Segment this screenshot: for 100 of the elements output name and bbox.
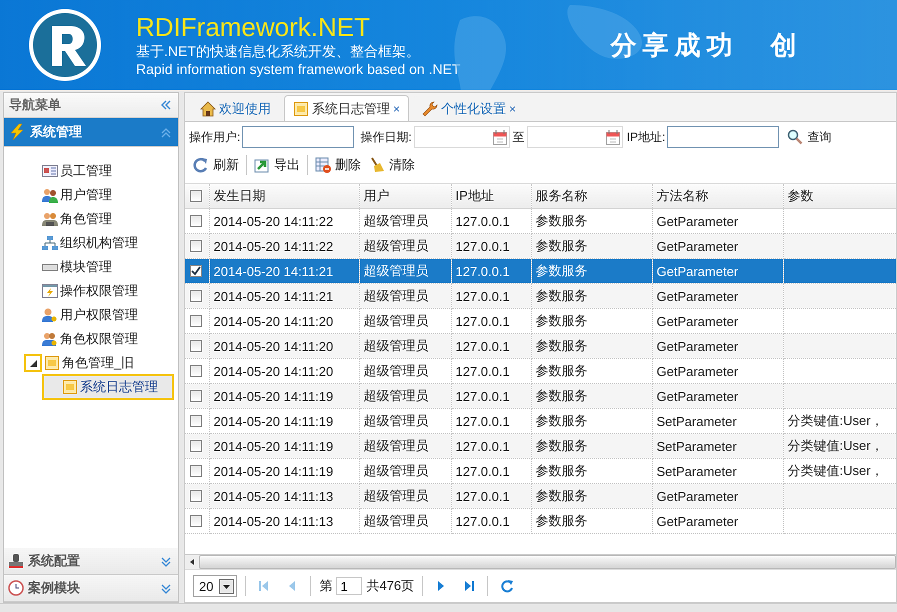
lightning-icon bbox=[8, 123, 26, 141]
calendar-icon bbox=[606, 130, 620, 144]
toolbar-button[interactable]: 删除 bbox=[311, 154, 365, 176]
table-cell: GetParameter bbox=[652, 384, 783, 408]
app-title: RDIFramework.NET bbox=[136, 12, 372, 42]
tab[interactable]: 系统日志管理 × bbox=[284, 95, 410, 121]
table-cell: 127.0.0.1 bbox=[451, 508, 531, 534]
table-cell: GetParameter bbox=[652, 508, 783, 534]
table-cell: 2014-05-20 14:11:13 bbox=[209, 508, 359, 534]
accordion-header[interactable]: 案例模块 bbox=[4, 575, 178, 602]
checkbox[interactable] bbox=[190, 190, 202, 202]
toolbar-button[interactable]: 刷新 bbox=[189, 154, 243, 176]
tree-item[interactable]: 用户管理 bbox=[42, 184, 116, 206]
column-header[interactable]: 用户 bbox=[359, 184, 451, 208]
checkbox[interactable] bbox=[190, 415, 202, 427]
table-cell: 2014-05-20 14:11:20 bbox=[209, 334, 359, 358]
table-cell: 参数服务 bbox=[531, 258, 652, 284]
field-label: 操作用户: bbox=[189, 128, 240, 146]
checkbox[interactable] bbox=[190, 315, 202, 327]
page-number-field[interactable]: 1 bbox=[336, 577, 362, 595]
page-label: 第 bbox=[319, 577, 332, 595]
table-cell: 参数服务 bbox=[531, 334, 652, 358]
collapse-icon bbox=[160, 126, 172, 138]
tree-item[interactable]: 模块管理 bbox=[42, 256, 116, 278]
close-icon[interactable]: × bbox=[393, 102, 400, 116]
table-cell: 2014-05-20 14:11:21 bbox=[209, 258, 359, 284]
wrench-icon bbox=[422, 101, 438, 117]
accordion-header[interactable]: 系统管理 bbox=[4, 118, 178, 147]
page-size-dropdown[interactable]: 20 bbox=[193, 575, 238, 597]
module-icon bbox=[42, 163, 58, 179]
broom-icon bbox=[369, 157, 385, 173]
house-icon bbox=[200, 101, 216, 117]
folder-icon bbox=[62, 379, 78, 395]
export-icon bbox=[254, 157, 270, 173]
checkbox[interactable] bbox=[190, 515, 202, 527]
table-cell: 127.0.0.1 bbox=[451, 234, 531, 258]
last-page-icon bbox=[463, 580, 476, 592]
tree-item[interactable]: 用户权限管理 bbox=[42, 304, 142, 326]
toolbar-button[interactable]: 清除 bbox=[365, 154, 419, 176]
search-icon bbox=[787, 129, 804, 145]
expand-icon bbox=[160, 554, 172, 568]
column-header[interactable]: 方法名称 bbox=[652, 184, 783, 208]
table-cell: GetParameter bbox=[652, 284, 783, 308]
slogan-text: Rapid information system framework based on .NET bbox=[136, 61, 460, 78]
table-cell: 超级管理员 bbox=[359, 508, 451, 534]
table-cell: 参数服务 bbox=[531, 434, 652, 458]
search-button[interactable]: 查询 bbox=[783, 126, 836, 148]
tree-item[interactable]: 组织机构管理 bbox=[42, 232, 142, 254]
column-header[interactable]: IP地址 bbox=[451, 184, 531, 208]
expand-icon bbox=[160, 582, 172, 594]
checkbox[interactable] bbox=[190, 340, 202, 352]
table-cell: GetParameter bbox=[652, 334, 783, 358]
table-cell: 2014-05-20 14:11:22 bbox=[209, 234, 359, 258]
tree-item[interactable]: 操作权限管理 bbox=[42, 280, 142, 302]
checkbox[interactable] bbox=[190, 215, 202, 227]
horizontal-scrollbar[interactable] bbox=[185, 554, 896, 569]
table-cell: 分类键值:User， bbox=[783, 434, 896, 458]
accordion-header[interactable]: 系统配置 bbox=[4, 548, 178, 575]
table-cell: 2014-05-20 14:11:21 bbox=[209, 284, 359, 308]
checkbox[interactable] bbox=[190, 365, 202, 377]
table-cell: 127.0.0.1 bbox=[451, 284, 531, 308]
module-icon bbox=[42, 211, 58, 227]
page-total-text: 共476页 bbox=[366, 577, 414, 595]
module-icon bbox=[42, 307, 58, 323]
text-field[interactable] bbox=[667, 126, 780, 148]
tree-item[interactable]: 角色管理_旧 bbox=[44, 352, 138, 374]
table-cell: GetParameter bbox=[652, 234, 783, 258]
date-field[interactable] bbox=[526, 126, 623, 148]
checkbox[interactable] bbox=[190, 440, 202, 452]
checkbox[interactable] bbox=[190, 390, 202, 402]
checkbox[interactable] bbox=[190, 465, 202, 477]
checkbox[interactable] bbox=[190, 490, 202, 502]
date-field[interactable] bbox=[414, 126, 510, 148]
table-cell: SetParameter bbox=[652, 434, 783, 458]
module-icon bbox=[42, 331, 58, 347]
tree-item[interactable]: 员工管理 bbox=[42, 160, 116, 182]
clock-icon bbox=[8, 580, 24, 596]
checkbox[interactable] bbox=[190, 290, 202, 302]
tree-item[interactable]: 角色管理 bbox=[42, 208, 116, 230]
collapse-icon[interactable] bbox=[24, 354, 42, 372]
table-cell: 超级管理员 bbox=[359, 484, 451, 508]
column-header[interactable]: 发生日期 bbox=[209, 184, 359, 208]
text-field[interactable] bbox=[242, 126, 354, 148]
checkbox[interactable] bbox=[190, 240, 202, 252]
table-cell: 超级管理员 bbox=[359, 434, 451, 458]
folder-icon bbox=[44, 355, 60, 371]
table-cell: GetParameter bbox=[652, 484, 783, 508]
folder-icon bbox=[293, 100, 309, 116]
table-cell: 127.0.0.1 bbox=[451, 258, 531, 284]
table-cell: GetParameter bbox=[652, 258, 783, 284]
close-icon[interactable]: × bbox=[509, 102, 516, 116]
tree-item[interactable]: 系统日志管理 bbox=[42, 374, 174, 400]
checkbox[interactable] bbox=[190, 265, 202, 277]
module-icon bbox=[42, 283, 58, 299]
dropdown-icon bbox=[219, 578, 234, 594]
column-header[interactable]: 参数 bbox=[783, 184, 896, 208]
module-icon bbox=[42, 235, 58, 251]
toolbar-button[interactable]: 导出 bbox=[250, 154, 304, 176]
column-header[interactable]: 服务名称 bbox=[531, 184, 652, 208]
tree-item[interactable]: 角色权限管理 bbox=[42, 328, 142, 350]
